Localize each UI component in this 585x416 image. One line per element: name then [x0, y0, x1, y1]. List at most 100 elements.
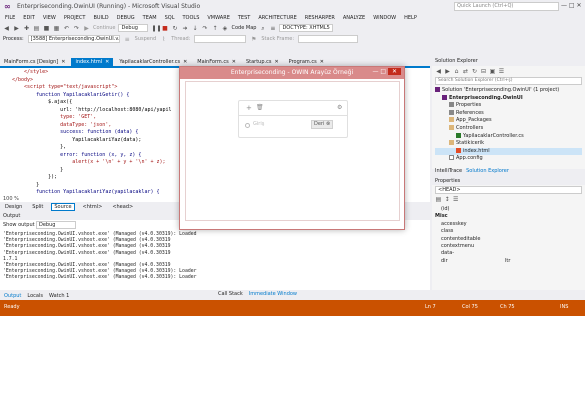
tree-item[interactable]: YapilacaklarController.cs — [435, 132, 582, 141]
menu-item-test[interactable]: TEST — [238, 15, 250, 21]
categorized-icon[interactable]: ▤ — [435, 196, 442, 203]
panel-tab-intellitrace[interactable]: IntelliTrace — [435, 168, 462, 175]
split-view-button[interactable]: Split — [30, 204, 45, 210]
tree-item[interactable]: Controllers — [435, 124, 582, 133]
menu-item-team[interactable]: TEAM — [143, 15, 157, 21]
suspend-icon[interactable]: ≡ — [124, 36, 131, 43]
back-icon[interactable]: ◀ — [435, 68, 442, 75]
todo-checkbox[interactable] — [245, 123, 250, 128]
menu-item-project[interactable]: PROJECT — [64, 15, 86, 21]
menu-item-file[interactable]: FILE — [5, 15, 15, 21]
close-icon[interactable]: ✕ — [274, 59, 278, 65]
continue-button[interactable]: Continue — [93, 25, 115, 31]
save-all-icon[interactable]: ▦ — [53, 25, 60, 32]
flag-icon[interactable]: ⚑ — [250, 36, 257, 43]
close-icon[interactable]: ✕ — [232, 59, 236, 65]
properties-object-dropdown[interactable]: <HEAD> — [435, 186, 582, 194]
pause-icon[interactable]: ❚❚ — [151, 25, 161, 32]
tree-item[interactable]: index.html — [435, 147, 582, 156]
gear-icon[interactable]: ⚙ — [337, 104, 342, 111]
redo-icon[interactable]: ↷ — [73, 25, 80, 32]
tree-item[interactable]: Enterpriseconding.OwinUI — [435, 94, 582, 103]
menu-item-sql[interactable]: SQL — [165, 15, 175, 21]
tab-mainform-cs-design-[interactable]: MainForm.cs [Design] ✕ — [0, 58, 69, 66]
tree-item[interactable]: Properties — [435, 102, 582, 110]
code-map-button[interactable]: Code Map — [231, 25, 256, 31]
menu-item-resharper[interactable]: RESHARPER — [305, 15, 335, 21]
menu-item-analyze[interactable]: ANALYZE — [343, 15, 365, 21]
alphabetical-icon[interactable]: ↕ — [444, 196, 451, 203]
window-controls[interactable]: — □ ✕ — [561, 2, 583, 9]
property-pages-icon[interactable]: ☰ — [452, 196, 459, 203]
tree-item[interactable]: Statikicerik — [435, 140, 582, 148]
forward-icon[interactable]: ▶ — [444, 68, 451, 75]
step-over-icon[interactable]: ↷ — [201, 25, 208, 32]
forward-icon[interactable]: ▶ — [13, 25, 20, 32]
comment-icon[interactable]: ≡ — [269, 25, 276, 32]
tag-crumb-html[interactable]: <html> — [81, 204, 105, 210]
process-dropdown[interactable]: [3588] Enterpriseconding.OwinUI.v... — [27, 35, 120, 43]
close-icon[interactable]: ✕ — [320, 59, 324, 65]
tag-crumb-head[interactable]: <head> — [110, 204, 135, 210]
design-view-button[interactable]: Design — [3, 204, 24, 210]
code-map-icon[interactable]: ◈ — [221, 25, 228, 32]
new-project-icon[interactable]: ✚ — [23, 25, 30, 32]
code-text[interactable]: </style> </body> <script type="text/javas… — [12, 69, 172, 196]
show-next-statement-icon[interactable]: ➜ — [181, 25, 188, 32]
menu-item-architecture[interactable]: ARCHITECTURE — [258, 15, 296, 21]
property-row[interactable]: (id) — [435, 206, 582, 213]
restart-icon[interactable]: ↻ — [171, 25, 178, 32]
minimize-icon[interactable]: — — [372, 68, 378, 75]
todo-submit-button[interactable]: Deri ⊗ — [311, 120, 334, 129]
tab-mainform-cs[interactable]: MainForm.cs ✕ — [193, 58, 240, 66]
menu-item-vmware[interactable]: VMWARE — [207, 15, 229, 21]
menu-item-help[interactable]: HELP — [404, 15, 417, 21]
step-out-icon[interactable]: ↑ — [211, 25, 218, 32]
menu-item-build[interactable]: BUILD — [93, 15, 108, 21]
close-icon[interactable]: ✕ — [183, 59, 187, 65]
tab-yapilacaklarcontroller-cs[interactable]: YapilacaklarController.cs ✕ — [115, 58, 191, 66]
trash-icon[interactable]: 🗑 — [256, 104, 264, 111]
tree-item[interactable]: App_Packages — [435, 117, 582, 125]
close-icon[interactable]: ✕ — [387, 68, 401, 75]
source-view-button[interactable]: Source — [51, 202, 75, 211]
config-dropdown[interactable]: Debug — [118, 24, 149, 32]
save-icon[interactable]: ■ — [43, 25, 50, 32]
thread-icon[interactable]: ⌇ — [160, 36, 167, 43]
menu-item-window[interactable]: WINDOW — [373, 15, 396, 21]
tree-item[interactable]: References — [435, 109, 582, 118]
refresh-icon[interactable]: ↻ — [471, 68, 478, 75]
open-file-icon[interactable]: ▤ — [33, 25, 40, 32]
tree-item[interactable]: Solution 'Enterpriseconding.OwinUI' (1 p… — [435, 87, 582, 95]
thread-dropdown[interactable] — [194, 35, 247, 43]
show-all-files-icon[interactable]: ▣ — [489, 68, 496, 75]
sync-icon[interactable]: ⇄ — [462, 68, 469, 75]
tab-program-cs[interactable]: Program.cs ✕ — [285, 58, 328, 66]
back-icon[interactable]: ◀ — [3, 25, 10, 32]
home-icon[interactable]: ⌂ — [453, 68, 460, 75]
close-icon[interactable]: ✕ — [61, 59, 65, 65]
todo-input[interactable]: Giriş — [253, 121, 264, 127]
tab-startup-cs[interactable]: Startup.cs ✕ — [242, 58, 283, 66]
solution-search-input[interactable]: Search Solution Explorer (Ctrl+ş) — [435, 77, 582, 85]
menu-item-tools[interactable]: TOOLS — [183, 15, 200, 21]
stop-icon[interactable]: ■ — [161, 25, 168, 32]
play-icon[interactable]: ▶ — [83, 25, 90, 32]
clear-icon[interactable]: ⊗ — [326, 121, 330, 127]
tree-item[interactable]: App.config — [435, 155, 582, 163]
tab-index-html[interactable]: index.html ✕ — [71, 58, 114, 66]
close-icon[interactable]: ✕ — [105, 59, 109, 65]
suspend-button[interactable]: Suspend — [135, 36, 157, 42]
maximize-icon[interactable]: □ — [380, 68, 386, 75]
add-icon[interactable]: + — [246, 104, 252, 112]
stack-frame-dropdown[interactable] — [298, 35, 359, 43]
properties-icon[interactable]: ☰ — [498, 68, 505, 75]
step-into-icon[interactable]: ↓ — [191, 25, 198, 32]
quick-launch-input[interactable]: Quick Launch (Ctrl+Q) — [454, 2, 559, 11]
menu-item-view[interactable]: VIEW — [43, 15, 56, 21]
panel-tab-solution-explorer[interactable]: Solution Explorer — [466, 168, 509, 175]
menu-item-edit[interactable]: EDIT — [23, 15, 35, 21]
undo-icon[interactable]: ↶ — [63, 25, 70, 32]
collapse-all-icon[interactable]: ⊟ — [480, 68, 487, 75]
menu-item-debug[interactable]: DEBUG — [117, 15, 135, 21]
